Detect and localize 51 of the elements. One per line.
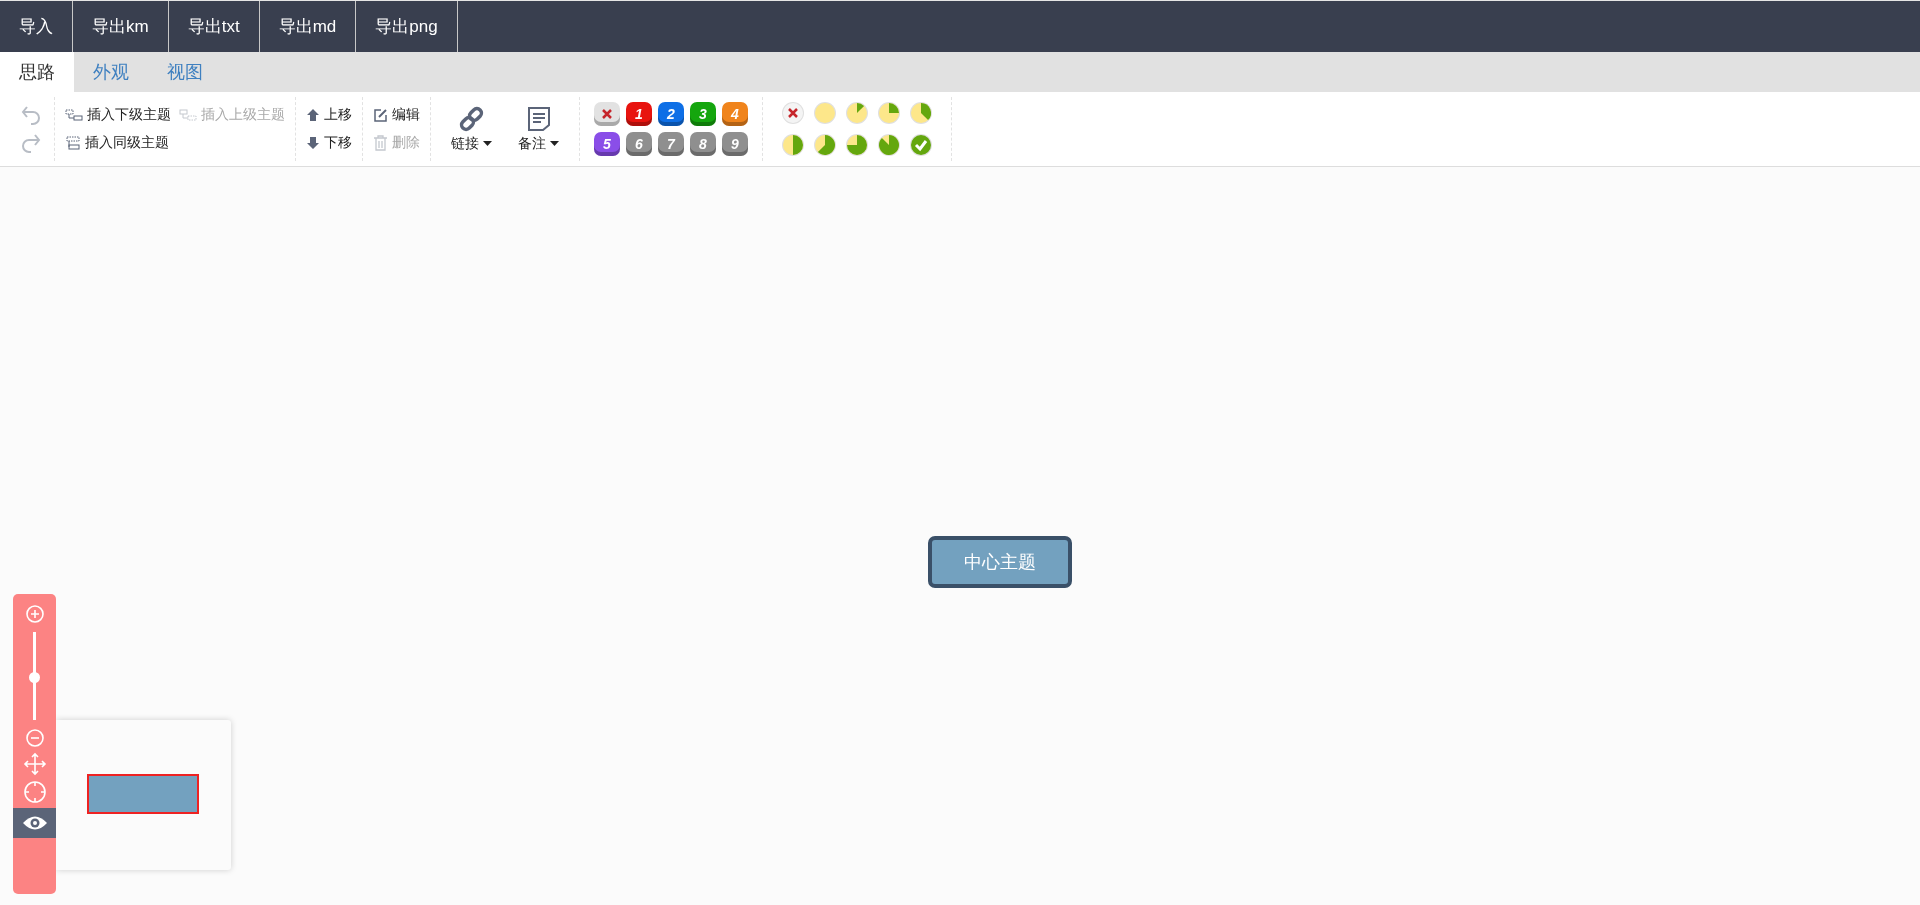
insert-topic-button[interactable]: 插入同级主题 xyxy=(65,132,171,154)
arrow-down-icon xyxy=(306,136,320,150)
insert-parent-icon xyxy=(179,109,197,121)
edit-icon xyxy=(373,107,388,123)
priority-button[interactable]: 7 xyxy=(658,132,684,156)
redo-icon xyxy=(20,132,42,154)
insert-sibling-icon xyxy=(65,136,81,150)
close-icon xyxy=(602,109,612,119)
crosshair-icon xyxy=(22,780,47,804)
move-button[interactable]: 上移 xyxy=(306,104,352,126)
move-button[interactable]: 下移 xyxy=(306,132,352,154)
progress-pie-icon[interactable] xyxy=(781,133,805,157)
priority-button[interactable]: 8 xyxy=(690,132,716,156)
priority-button[interactable]: 1 xyxy=(626,102,652,126)
zoom-out-icon xyxy=(24,728,45,748)
edit-button[interactable]: 编辑 xyxy=(373,104,420,126)
progress-pie-icon[interactable] xyxy=(845,133,869,157)
caret-icon xyxy=(550,141,559,146)
zoom-slider-thumb[interactable] xyxy=(29,671,40,683)
link-button[interactable]: 链接 xyxy=(441,105,502,153)
caret-icon xyxy=(483,141,492,146)
progress-pie-icon[interactable] xyxy=(877,133,901,157)
zoom-in-icon xyxy=(24,604,45,624)
eye-icon xyxy=(21,814,48,832)
done-progress-icon[interactable] xyxy=(909,133,933,157)
priority-button[interactable]: 9 xyxy=(722,132,748,156)
tab[interactable]: 视图 xyxy=(148,52,222,92)
arrow-up-icon xyxy=(306,108,320,122)
link-icon xyxy=(457,105,486,132)
central-topic-node[interactable]: 中心主题 xyxy=(928,536,1072,588)
clear-priority-button[interactable] xyxy=(594,102,620,126)
priority-button[interactable]: 2 xyxy=(658,102,684,126)
undo-icon xyxy=(20,104,42,126)
insert-topic-button[interactable]: 插入下级主题 xyxy=(65,104,171,126)
trash-icon xyxy=(373,135,388,151)
progress-pie-icon[interactable] xyxy=(909,101,933,125)
progress-pie-icon[interactable] xyxy=(813,133,837,157)
clear-progress-icon[interactable] xyxy=(781,101,805,125)
note-icon xyxy=(526,105,551,132)
priority-button[interactable]: 6 xyxy=(626,132,652,156)
tab[interactable]: 外观 xyxy=(74,52,148,92)
move-arrows-icon xyxy=(22,752,47,776)
priority-button[interactable]: 3 xyxy=(690,102,716,126)
progress-pie-icon[interactable] xyxy=(845,101,869,125)
progress-pie-icon[interactable] xyxy=(877,101,901,125)
preview-toggle[interactable] xyxy=(13,808,56,838)
tab[interactable]: 思路 xyxy=(0,52,74,92)
note-button[interactable]: 备注 xyxy=(508,105,569,153)
priority-button[interactable]: 5 xyxy=(594,132,620,156)
insert-child-icon xyxy=(65,109,83,121)
priority-button[interactable]: 4 xyxy=(722,102,748,126)
